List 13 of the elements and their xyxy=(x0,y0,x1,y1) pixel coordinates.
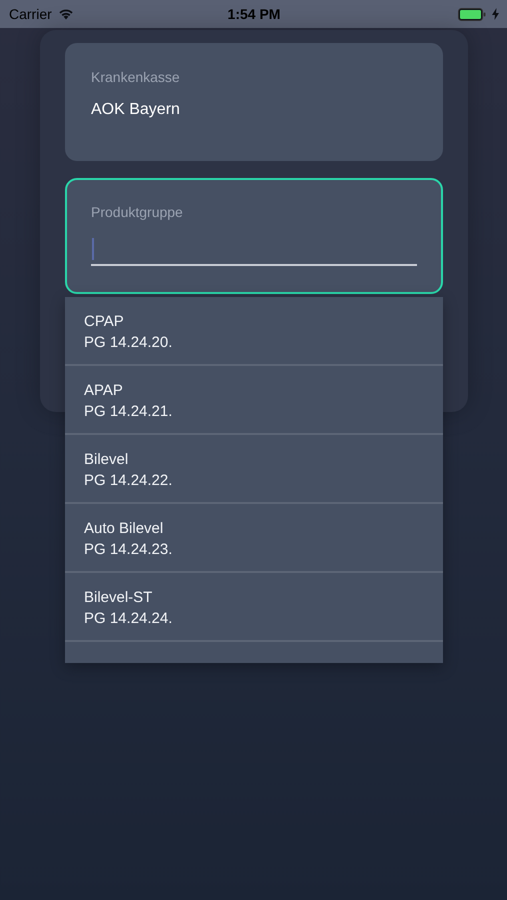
wifi-icon xyxy=(58,8,74,20)
field-label: Krankenkasse xyxy=(91,69,181,85)
text-cursor xyxy=(92,238,94,260)
carrier-label: Carrier xyxy=(9,6,52,22)
dropdown-option[interactable]: APAP PG 14.24.21. xyxy=(65,366,443,435)
dropdown-option[interactable]: Bilevel PG 14.24.22. xyxy=(65,435,443,504)
dropdown-option[interactable]: Auto Bilevel PG 14.24.23. xyxy=(65,504,443,573)
field-label: Produktgruppe xyxy=(91,204,184,220)
dropdown-option[interactable]: Bilevel-ST PG 14.24.24. xyxy=(65,573,443,642)
clock-time: 1:54 PM xyxy=(228,6,280,22)
field-value[interactable]: AOK Bayern xyxy=(91,101,417,119)
battery-icon xyxy=(458,8,486,20)
dropdown-option[interactable]: CPAP PG 14.24.20. xyxy=(65,297,443,366)
